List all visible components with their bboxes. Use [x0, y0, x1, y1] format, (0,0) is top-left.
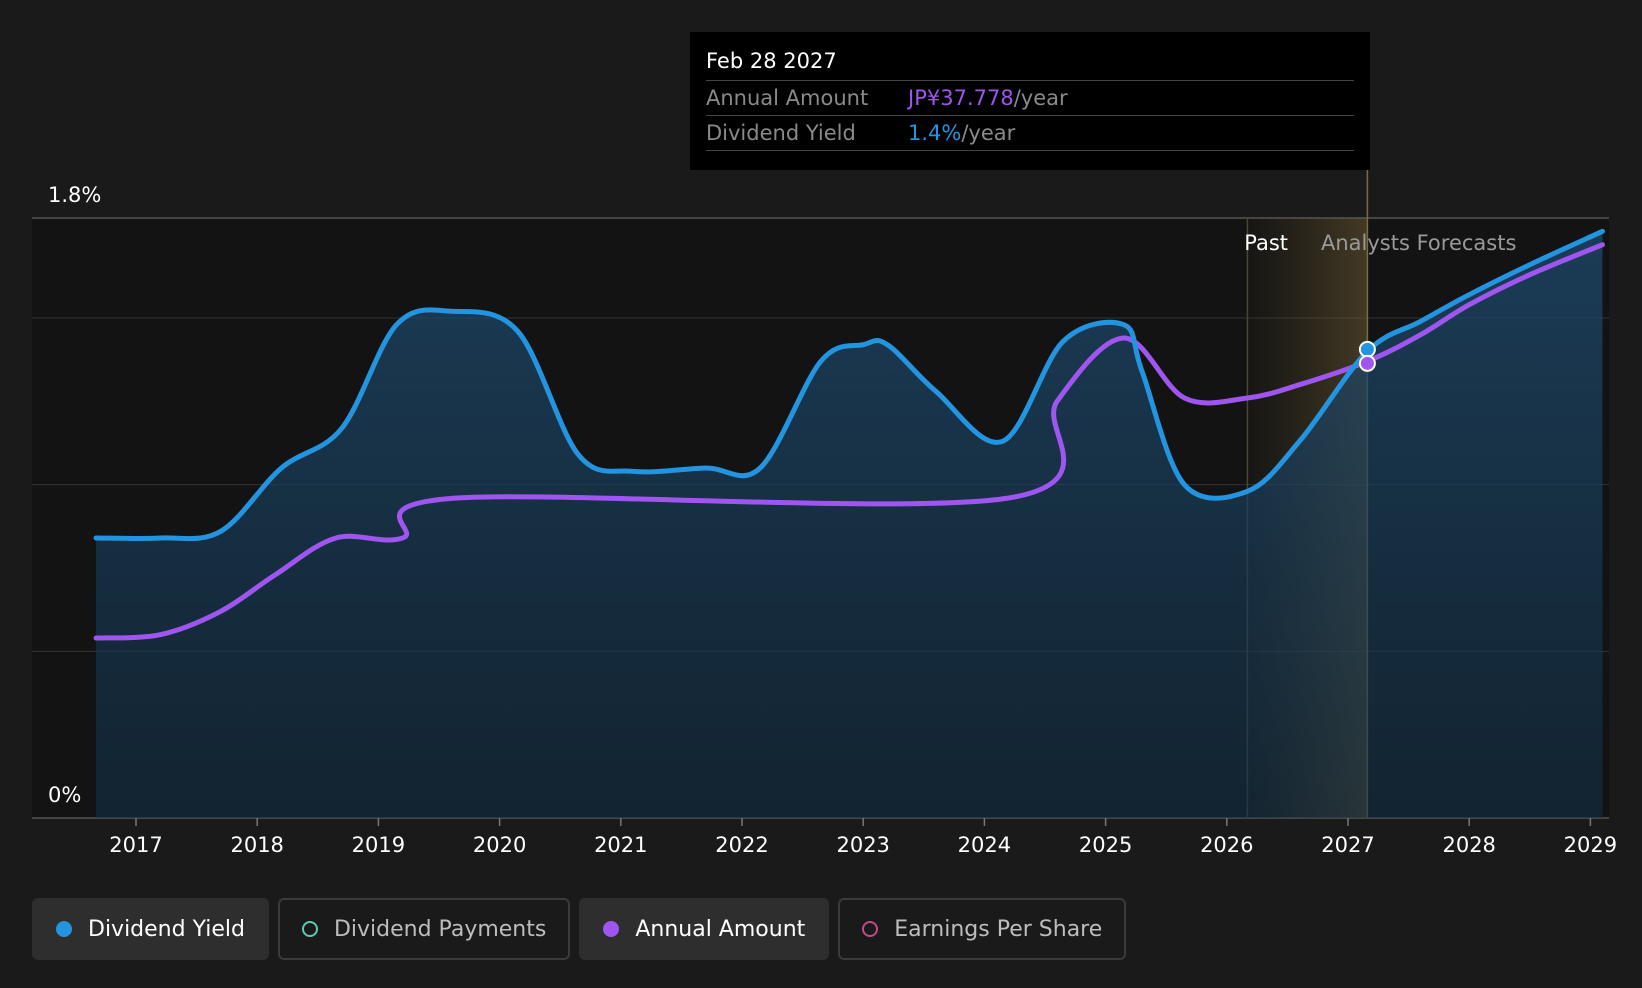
forecast-label: Analysts Forecasts [1321, 231, 1516, 255]
chart-tooltip: Feb 28 2027 Annual Amount JP¥37.778 /yea… [690, 32, 1370, 170]
x-tick-label: 2027 [1321, 833, 1374, 857]
annual-amount-dot-icon [603, 921, 620, 937]
dividend-yield-marker [1358, 340, 1376, 358]
x-tick-label: 2029 [1564, 833, 1617, 857]
legend-dividend-yield-button[interactable]: Dividend Yield [32, 898, 269, 960]
tooltip-dividend-yield-row: Dividend Yield 1.4% /year [706, 116, 1354, 151]
chart-legend: Dividend Yield Dividend Payments Annual … [32, 898, 1127, 960]
x-axis: 2017 2018 2019 2020 2021 2022 2023 2024 2025 2026… [109, 818, 1617, 857]
y-axis-bottom-label: 0% [48, 783, 81, 807]
legend-dividend-payments-button[interactable]: Dividend Payments [277, 898, 571, 960]
legend-annual-amount-label: Annual Amount [635, 916, 806, 942]
earnings-per-share-ring-icon [862, 921, 879, 937]
x-tick-label: 2019 [352, 833, 405, 857]
tooltip-dividend-yield-value: 1.4% [908, 121, 962, 145]
x-tick-label: 2025 [1079, 833, 1132, 857]
x-tick-label: 2021 [594, 833, 647, 857]
tooltip-annual-amount-row: Annual Amount JP¥37.778 /year [706, 81, 1354, 116]
legend-earnings-per-share-label: Earnings Per Share [894, 916, 1103, 942]
tooltip-annual-amount-label: Annual Amount [706, 86, 869, 110]
dividend-yield-dot-icon [56, 921, 72, 937]
x-tick-label: 2022 [715, 833, 768, 857]
x-tick-label: 2023 [836, 833, 889, 857]
x-tick-label: 2018 [230, 833, 283, 857]
x-tick-label: 2017 [109, 833, 162, 857]
legend-dividend-payments-label: Dividend Payments [333, 916, 547, 942]
legend-annual-amount-button[interactable]: Annual Amount [579, 898, 830, 960]
x-tick-label: 2028 [1442, 833, 1495, 857]
legend-dividend-yield-label: Dividend Yield [88, 916, 245, 942]
annual-amount-marker [1358, 354, 1376, 372]
tooltip-date: Feb 28 2027 [706, 46, 1354, 81]
tooltip-annual-amount-unit: /year [1013, 86, 1068, 110]
legend-earnings-per-share-button[interactable]: Earnings Per Share [838, 898, 1127, 960]
x-tick-label: 2020 [473, 833, 526, 857]
tooltip-annual-amount-value: JP¥37.778 [908, 86, 1014, 110]
tooltip-dividend-yield-unit: /year [961, 121, 1016, 145]
tooltip-dividend-yield-label: Dividend Yield [706, 121, 856, 145]
dividend-payments-ring-icon [301, 921, 318, 937]
x-tick-label: 2024 [958, 833, 1011, 857]
y-axis-top-label: 1.8% [48, 183, 101, 207]
x-tick-label: 2026 [1200, 833, 1253, 857]
past-label: Past [1244, 231, 1288, 255]
